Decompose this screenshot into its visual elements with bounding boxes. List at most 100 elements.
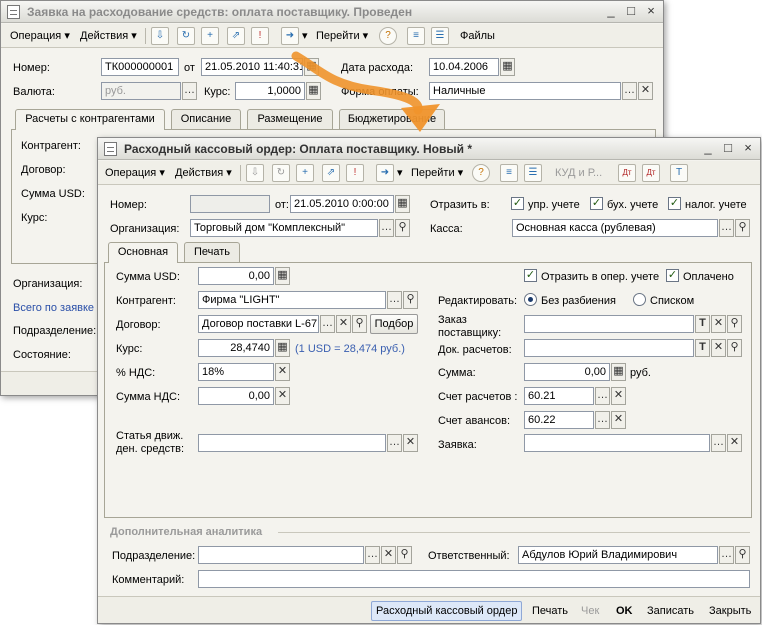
tab-settlements[interactable]: Расчеты с контрагентами <box>15 109 165 130</box>
vat-clear-button[interactable]: ✕ <box>275 363 290 381</box>
date-field[interactable]: 21.05.2010 0:00:00 <box>290 195 394 213</box>
settlement-doc-clear-button[interactable]: ✕ <box>711 339 726 357</box>
number-field[interactable]: ТК000000001 <box>101 58 179 76</box>
tab-description[interactable]: Описание <box>171 109 241 129</box>
counterparty-select-button[interactable]: … <box>387 291 402 309</box>
help-icon[interactable]: ? <box>379 27 397 45</box>
counterparty-field[interactable]: Фирма "LIGHT" <box>198 291 386 309</box>
goto-menu[interactable]: Перейти ▾ <box>408 164 466 182</box>
sum-field[interactable]: 0,00 <box>524 363 610 381</box>
delete-icon[interactable]: ! <box>346 164 364 182</box>
supplier-order-clear-button[interactable]: ✕ <box>711 315 726 333</box>
edit-list-radio[interactable] <box>633 293 646 306</box>
ok-button[interactable]: OK <box>616 601 633 621</box>
account-advance-clear-button[interactable]: ✕ <box>611 411 626 429</box>
tab-main[interactable]: Основная <box>108 242 178 263</box>
copy-icon[interactable]: + <box>296 164 314 182</box>
save-button[interactable]: Записать <box>647 601 694 621</box>
minimize-icon[interactable]: _ <box>603 4 619 19</box>
delete-icon[interactable]: ! <box>251 27 269 45</box>
reflect-tax-checkbox[interactable]: ✓ <box>668 197 681 210</box>
create-based-icon[interactable]: ⇗ <box>322 164 340 182</box>
calendar-icon[interactable]: ▦ <box>304 58 319 76</box>
division-field[interactable] <box>198 546 364 564</box>
go-dropdown[interactable]: ▾ <box>299 27 311 45</box>
sum-usd-field[interactable]: 0,00 <box>198 267 274 285</box>
rate-field[interactable]: 1,0000 <box>235 82 305 100</box>
vat-sum-clear-button[interactable]: ✕ <box>275 387 290 405</box>
print-button[interactable]: Печать <box>532 601 568 621</box>
files-button[interactable]: Файлы <box>457 27 498 45</box>
reflect-oper-checkbox[interactable]: ✓ <box>524 269 537 282</box>
kud-button[interactable]: КУД и Р... <box>552 164 605 182</box>
debit-credit-tax-icon[interactable]: Дт <box>642 164 660 182</box>
request-field[interactable] <box>524 434 710 452</box>
cash-select-button[interactable]: … <box>719 219 734 237</box>
vat-sum-field[interactable]: 0,00 <box>198 387 274 405</box>
close-button[interactable]: Закрыть <box>709 601 751 621</box>
vat-field[interactable]: 18% <box>198 363 274 381</box>
search-icon[interactable]: ⚲ <box>727 339 742 357</box>
account-settlement-clear-button[interactable]: ✕ <box>611 387 626 405</box>
go-dropdown[interactable]: ▾ <box>394 164 406 182</box>
calculator-icon[interactable]: ▦ <box>275 339 290 357</box>
currency-field[interactable]: руб. <box>101 82 181 100</box>
search-icon[interactable]: ⚲ <box>727 315 742 333</box>
cash-flow-select-button[interactable]: … <box>387 434 402 452</box>
refresh-icon[interactable]: ↻ <box>177 27 195 45</box>
select-button[interactable]: Подбор <box>370 314 418 334</box>
search-icon[interactable]: ⚲ <box>735 219 750 237</box>
calculator-icon[interactable]: ▦ <box>306 82 321 100</box>
structure-icon[interactable]: ☰ <box>524 164 542 182</box>
supplier-order-field[interactable] <box>524 315 694 333</box>
reflect-accounting-checkbox[interactable]: ✓ <box>590 197 603 210</box>
account-advance-field[interactable]: 60.22 <box>524 411 594 429</box>
maximize-icon[interactable]: □ <box>623 4 639 19</box>
rko-print-button[interactable]: Расходный кассовый ордер <box>371 601 523 621</box>
list-icon[interactable]: ≡ <box>407 27 425 45</box>
post-icon[interactable]: ⇩ <box>246 164 264 182</box>
cash-flow-clear-button[interactable]: ✕ <box>403 434 418 452</box>
calculator-icon[interactable]: ▦ <box>275 267 290 285</box>
calendar-icon[interactable]: ▦ <box>395 195 410 213</box>
account-settlement-field[interactable]: 60.21 <box>524 387 594 405</box>
division-clear-button[interactable]: ✕ <box>381 546 396 564</box>
reflect-management-checkbox[interactable]: ✓ <box>511 197 524 210</box>
copy-icon[interactable]: + <box>201 27 219 45</box>
operation-menu[interactable]: Операция ▾ <box>7 27 73 45</box>
actions-menu[interactable]: Действия ▾ <box>172 164 235 182</box>
go-icon[interactable]: ➜ <box>281 27 299 45</box>
search-icon[interactable]: ⚲ <box>403 291 418 309</box>
actions-menu[interactable]: Действия ▾ <box>77 27 140 45</box>
division-select-button[interactable]: … <box>365 546 380 564</box>
debit-credit-icon[interactable]: Дт <box>618 164 636 182</box>
payment-form-field[interactable]: Наличные <box>429 82 621 100</box>
contract-clear-button[interactable]: ✕ <box>336 315 351 333</box>
payment-form-select-button[interactable]: … <box>622 82 637 100</box>
create-based-icon[interactable]: ⇗ <box>227 27 245 45</box>
tab-placement[interactable]: Размещение <box>247 109 333 129</box>
close-icon[interactable]: × <box>643 4 659 19</box>
total-by-request-link[interactable]: Всего по заявке <box>13 301 94 315</box>
cash-flow-field[interactable] <box>198 434 386 452</box>
type-icon[interactable]: T <box>695 315 710 333</box>
responsible-field[interactable]: Абдулов Юрий Владимирович <box>518 546 718 564</box>
number-field[interactable] <box>190 195 270 213</box>
refresh-icon[interactable]: ↻ <box>272 164 290 182</box>
calendar-icon[interactable]: ▦ <box>500 58 515 76</box>
edit-no-split-radio[interactable] <box>524 293 537 306</box>
tab-print[interactable]: Печать <box>184 242 240 262</box>
search-icon[interactable]: ⚲ <box>395 219 410 237</box>
rate-field[interactable]: 28,4740 <box>198 339 274 357</box>
contract-field[interactable]: Договор поставки L-67 <box>198 315 319 333</box>
paid-checkbox[interactable]: ✓ <box>666 269 679 282</box>
comment-field[interactable] <box>198 570 750 588</box>
receipt-button[interactable]: Чек <box>581 601 599 621</box>
list-icon[interactable]: ≡ <box>500 164 518 182</box>
account-advance-select-button[interactable]: … <box>595 411 610 429</box>
help-icon[interactable]: ? <box>472 164 490 182</box>
organization-select-button[interactable]: … <box>379 219 394 237</box>
search-icon[interactable]: ⚲ <box>397 546 412 564</box>
maximize-icon[interactable]: □ <box>720 141 736 156</box>
search-icon[interactable]: ⚲ <box>352 315 367 333</box>
